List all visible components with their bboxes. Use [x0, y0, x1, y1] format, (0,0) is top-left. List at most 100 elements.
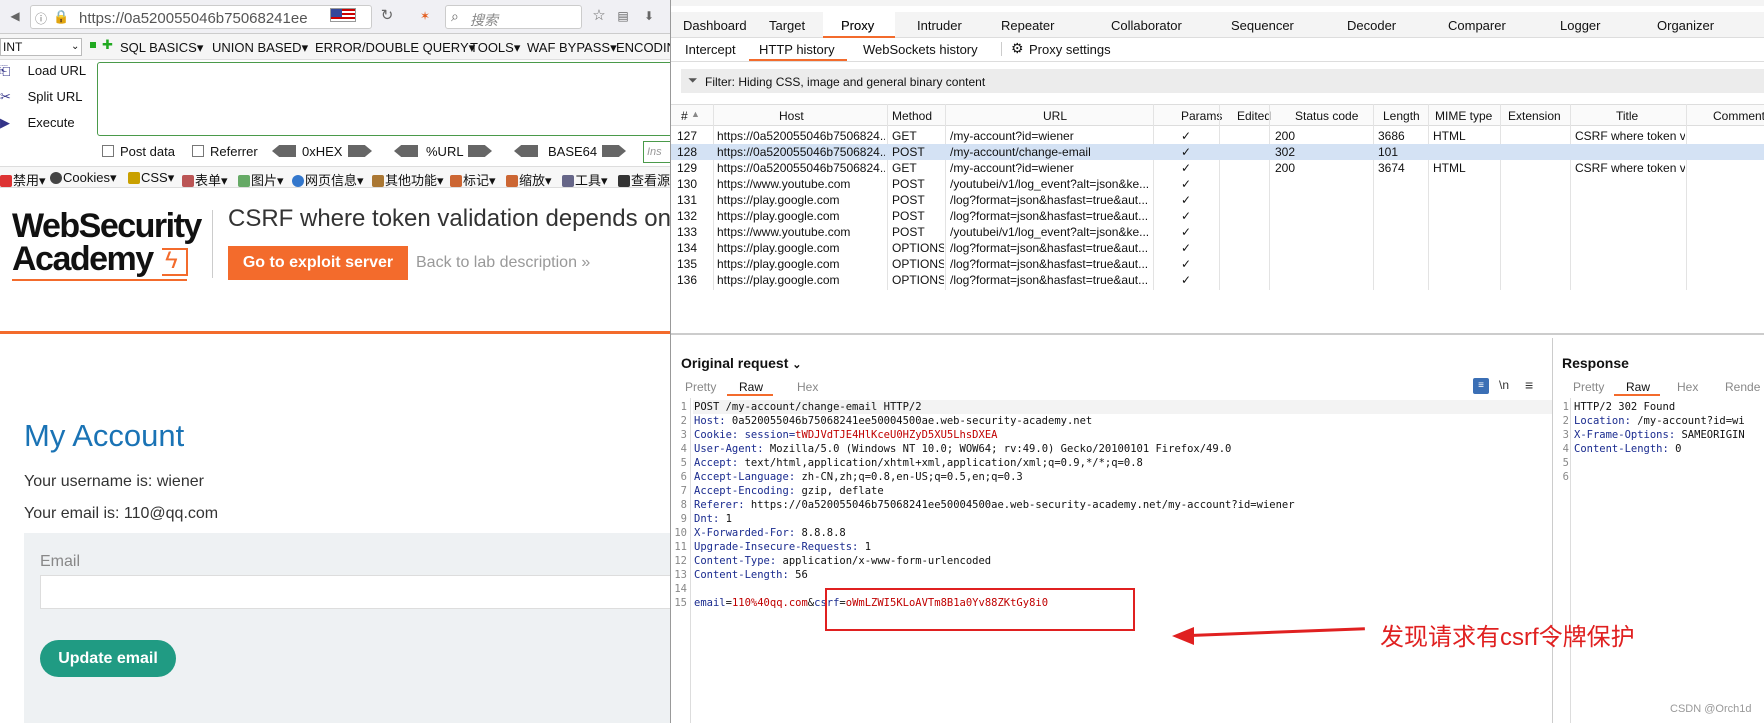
update-email-button[interactable]: Update email [40, 640, 176, 677]
bookmark-star-icon[interactable]: ☆ [592, 8, 606, 23]
menu-tools[interactable]: TOOLS▾ [470, 40, 520, 56]
tab-organizer[interactable]: Organizer [1657, 18, 1714, 33]
url-decode-arrow-icon[interactable] [394, 145, 418, 157]
email-input[interactable] [40, 575, 670, 609]
url-bar[interactable]: ⓘ 🔒 https://0a520055046b75068241ee [30, 5, 372, 29]
tab-intruder[interactable]: Intruder [917, 18, 962, 33]
header-value: 1 [858, 541, 872, 553]
tools-menu[interactable]: 工具▾ [562, 170, 608, 189]
req-tab-pretty[interactable]: Pretty [685, 380, 716, 394]
cookies-menu[interactable]: Cookies▾ [50, 170, 117, 186]
hackbar-select[interactable]: INT ⌄ [0, 38, 82, 56]
download-icon[interactable]: ⬇ [642, 9, 656, 23]
original-request-title[interactable]: Original request ⌄ [681, 355, 801, 371]
col-mime-type[interactable]: MIME type [1435, 109, 1492, 123]
table-row[interactable]: 130 https://www.youtube.com POST/youtubei/… [671, 176, 1764, 192]
hackbar-url-textarea[interactable] [97, 62, 670, 136]
request-line: POST /my-account/change-email HTTP/2 [694, 401, 922, 413]
split-url-button[interactable]: ✂ Split URL [0, 89, 83, 105]
pane-splitter[interactable] [671, 333, 1764, 335]
page-info-menu[interactable]: 网页信息▾ [292, 170, 364, 189]
wrap-lines-icon[interactable]: ≡ [1473, 378, 1489, 394]
view-source-menu[interactable]: 查看源 [618, 170, 670, 189]
exploit-server-button[interactable]: Go to exploit server [228, 246, 408, 280]
cell-id: 132 [677, 209, 698, 223]
hex-decode-arrow-icon[interactable] [272, 145, 296, 157]
tab-sequencer[interactable]: Sequencer [1231, 18, 1294, 33]
col-params[interactable]: Params [1181, 109, 1222, 123]
tab-decoder[interactable]: Decoder [1347, 18, 1396, 33]
execute-button[interactable]: ▶ Execute [0, 115, 75, 131]
req-tab-hex[interactable]: Hex [797, 380, 818, 394]
table-row[interactable]: 133 https://www.youtube.com POST/youtubei/… [671, 224, 1764, 240]
table-row[interactable]: 131 https://play.google.com POST/log?forma… [671, 192, 1764, 208]
tab-comparer[interactable]: Comparer [1448, 18, 1506, 33]
table-row[interactable]: 132 https://play.google.com POST/log?forma… [671, 208, 1764, 224]
col-edited[interactable]: Edited [1237, 109, 1271, 123]
col-method[interactable]: Method [892, 109, 932, 123]
forms-menu[interactable]: 表单▾ [182, 170, 228, 189]
other-functions-menu[interactable]: 其他功能▾ [372, 170, 444, 189]
insert-input[interactable]: Ins [643, 141, 670, 163]
table-row[interactable]: 135 https://play.google.com OPTIONS/log?fo… [671, 256, 1764, 272]
col-url[interactable]: URL [1043, 109, 1067, 123]
col-host[interactable]: Host [779, 109, 804, 123]
table-row[interactable]: 128 https://0a520055046b7506824... POST/my… [671, 144, 1764, 160]
resp-tab-hex[interactable]: Hex [1677, 380, 1698, 394]
menu-waf-bypass[interactable]: WAF BYPASS▾ [527, 40, 617, 56]
tab-repeater[interactable]: Repeater [1001, 18, 1054, 33]
tab-target[interactable]: Target [769, 18, 805, 33]
table-row[interactable]: 136 https://play.google.com OPTIONS/log?fo… [671, 272, 1764, 288]
newline-toggle-icon[interactable]: \n [1499, 378, 1509, 392]
table-row[interactable]: 127 https://0a520055046b7506824... GET/my-… [671, 128, 1764, 144]
subtab-websockets-history[interactable]: WebSockets history [863, 42, 978, 57]
subtab-intercept[interactable]: Intercept [685, 42, 736, 57]
col-extension[interactable]: Extension [1508, 109, 1561, 123]
resp-tab-pretty[interactable]: Pretty [1573, 380, 1604, 394]
header-key: Cookie: [694, 429, 739, 441]
hex-encode-arrow-icon[interactable] [348, 145, 372, 157]
subtab-http-history[interactable]: HTTP history [759, 42, 835, 57]
reload-icon[interactable]: ↻ [380, 8, 394, 23]
base64-decode-arrow-icon[interactable] [514, 145, 538, 157]
tab-proxy[interactable]: Proxy [841, 18, 874, 33]
tab-logger[interactable]: Logger [1560, 18, 1600, 33]
zoom-menu[interactable]: 缩放▾ [506, 170, 552, 189]
extension-icon[interactable]: ✶ [418, 9, 432, 23]
tab-collaborator[interactable]: Collaborator [1111, 18, 1182, 33]
resp-tab-render[interactable]: Rende [1725, 380, 1760, 394]
menu-error-double-query[interactable]: ERROR/DOUBLE QUERY▾ [315, 40, 475, 56]
col-length[interactable]: Length [1383, 109, 1420, 123]
url-encode-arrow-icon[interactable] [468, 145, 492, 157]
search-input[interactable]: ⌕ 搜索 [445, 5, 582, 29]
base64-encode-arrow-icon[interactable] [602, 145, 626, 157]
col-comment[interactable]: Comment [1713, 109, 1764, 123]
menu-icon[interactable]: ≡ [1525, 377, 1533, 393]
table-row[interactable]: 129 https://0a520055046b7506824... GET/my-… [671, 160, 1764, 176]
cell-id: 136 [677, 273, 698, 287]
load-url-button[interactable]: ⎗ Load URL [0, 63, 86, 79]
subtab-proxy-settings[interactable]: Proxy settings [1029, 42, 1111, 57]
plus-icon[interactable]: ✚ [102, 37, 113, 53]
css-menu[interactable]: CSS▾ [128, 170, 174, 186]
minus-icon[interactable] [90, 42, 96, 48]
table-row[interactable]: 134 https://play.google.com OPTIONS/log?fo… [671, 240, 1764, 256]
col-number[interactable]: # [681, 109, 688, 123]
menu-union-based[interactable]: UNION BASED▾ [212, 40, 308, 56]
menu-encoding[interactable]: ENCODIN [616, 40, 670, 55]
reader-icon[interactable]: ▤ [616, 9, 630, 23]
back-to-lab-link[interactable]: Back to lab description » [416, 254, 590, 272]
mark-menu[interactable]: 标记▾ [450, 170, 496, 189]
images-menu[interactable]: 图片▾ [238, 170, 284, 189]
back-icon[interactable]: ◀ [8, 9, 22, 23]
resp-tab-raw[interactable]: Raw [1626, 380, 1650, 394]
req-tab-raw[interactable]: Raw [739, 380, 763, 394]
gear-icon[interactable]: ⚙ [1011, 40, 1024, 57]
referrer-checkbox[interactable] [192, 145, 204, 157]
col-title[interactable]: Title [1616, 109, 1638, 123]
post-data-checkbox[interactable] [102, 145, 114, 157]
disable-menu[interactable]: 禁用▾ [0, 170, 46, 189]
menu-sql-basics[interactable]: SQL BASICS▾ [120, 40, 203, 56]
col-status-code[interactable]: Status code [1295, 109, 1358, 123]
tab-dashboard[interactable]: Dashboard [683, 18, 747, 33]
